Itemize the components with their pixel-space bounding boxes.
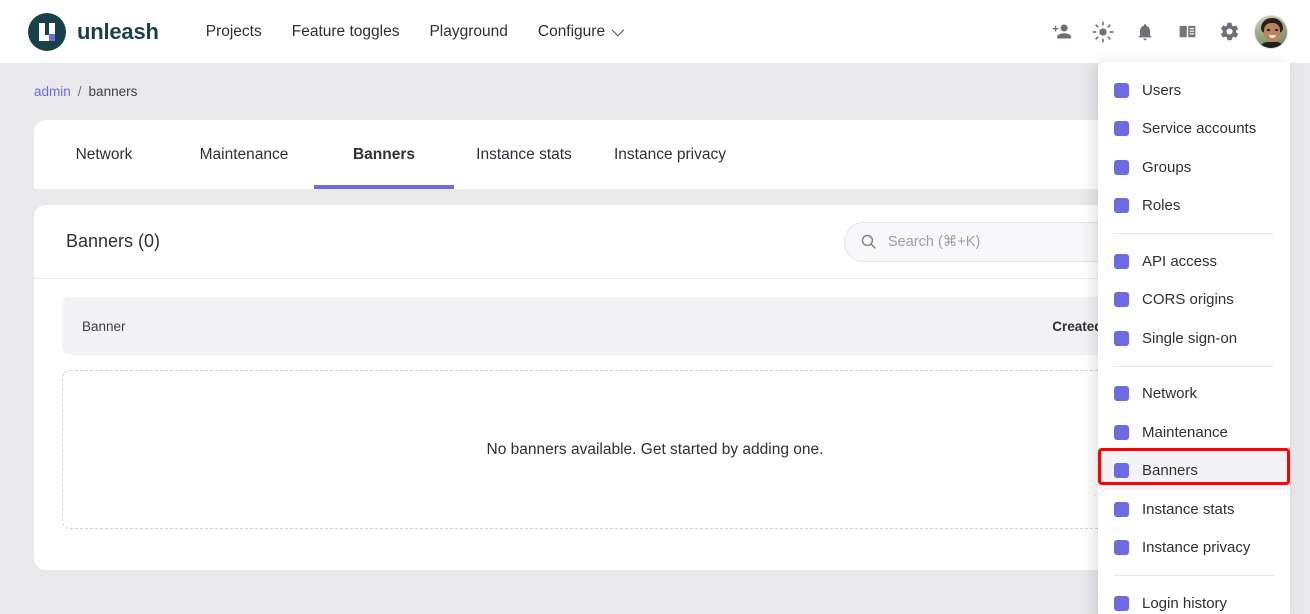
menu-item-maintenance[interactable]: Maintenance [1098, 413, 1290, 452]
menu-item-service-accounts[interactable]: Service accounts [1098, 110, 1290, 149]
topbar-action-icons [1044, 15, 1288, 49]
tab-maintenance[interactable]: Maintenance [174, 120, 314, 189]
menu-item-label: Network [1142, 385, 1197, 402]
menu-divider [1114, 366, 1274, 367]
page-title: Banners (0) [66, 231, 160, 252]
menu-item-login-history[interactable]: Login history [1098, 584, 1290, 614]
nav-link-label: Feature toggles [292, 23, 400, 41]
search-icon [860, 233, 877, 250]
square-icon [1114, 160, 1129, 175]
square-icon [1114, 254, 1129, 269]
nav-link-feature-toggles[interactable]: Feature toggles [277, 15, 415, 49]
menu-divider [1114, 575, 1274, 576]
tab-instance-privacy[interactable]: Instance privacy [594, 120, 746, 189]
breadcrumb-separator: / [78, 84, 82, 99]
square-icon [1114, 386, 1129, 401]
square-icon [1114, 540, 1129, 555]
nav-link-label: Projects [206, 23, 262, 41]
breadcrumb-link-admin[interactable]: admin [34, 84, 71, 99]
top-navigation-bar: unleash Projects Feature toggles Playgro… [0, 0, 1310, 63]
menu-item-label: Maintenance [1142, 424, 1228, 441]
menu-item-groups[interactable]: Groups [1098, 148, 1290, 187]
empty-state-message: No banners available. Get started by add… [487, 441, 824, 459]
menu-item-label: CORS origins [1142, 291, 1234, 308]
tab-banners[interactable]: Banners [314, 120, 454, 189]
banners-panel: Banners (0) Banner Created Enabled No ba… [34, 205, 1276, 570]
brand-home-link[interactable]: unleash [28, 13, 159, 51]
menu-item-label: Instance stats [1142, 501, 1235, 518]
square-icon [1114, 198, 1129, 213]
column-label: Banner [82, 319, 126, 334]
tab-label: Maintenance [200, 146, 289, 164]
menu-item-users[interactable]: Users [1098, 71, 1290, 110]
menu-item-instance-privacy[interactable]: Instance privacy [1098, 529, 1290, 568]
square-icon [1114, 331, 1129, 346]
column-label: Created [1052, 319, 1102, 334]
table-header-row: Banner Created Enabled [62, 297, 1248, 355]
primary-nav: Projects Feature toggles Playground Conf… [191, 15, 636, 49]
menu-item-roles[interactable]: Roles [1098, 187, 1290, 226]
square-icon [1114, 463, 1129, 478]
menu-item-network[interactable]: Network [1098, 375, 1290, 414]
menu-item-instance-stats[interactable]: Instance stats [1098, 490, 1290, 529]
nav-link-label: Playground [429, 23, 507, 41]
menu-item-label: Users [1142, 82, 1181, 99]
menu-item-single-sign-on[interactable]: Single sign-on [1098, 319, 1290, 358]
menu-item-label: Groups [1142, 159, 1191, 176]
menu-item-api-access[interactable]: API access [1098, 242, 1290, 281]
menu-item-label: Login history [1142, 595, 1227, 612]
tab-label: Network [76, 146, 133, 164]
breadcrumb-current-banners: banners [89, 84, 138, 99]
person-add-icon[interactable] [1044, 15, 1078, 49]
square-icon [1114, 425, 1129, 440]
settings-tab-bar: Network Maintenance Banners Instance sta… [34, 120, 1276, 189]
banners-table: Banner Created Enabled [34, 279, 1276, 355]
square-icon [1114, 596, 1129, 611]
configure-dropdown-menu: Users Service accounts Groups Roles API … [1098, 62, 1290, 614]
menu-item-banners[interactable]: Banners [1098, 452, 1290, 491]
book-icon[interactable] [1170, 15, 1204, 49]
nav-link-configure[interactable]: Configure [523, 15, 636, 49]
tab-label: Instance privacy [614, 146, 726, 164]
column-header-banner: Banner [82, 319, 1052, 334]
nav-link-playground[interactable]: Playground [414, 15, 522, 49]
bell-icon[interactable] [1128, 15, 1162, 49]
menu-item-label: Roles [1142, 197, 1180, 214]
tab-label: Banners [353, 146, 415, 164]
tab-instance-stats[interactable]: Instance stats [454, 120, 594, 189]
panel-header: Banners (0) [34, 205, 1276, 279]
square-icon [1114, 83, 1129, 98]
breadcrumb: admin / banners [34, 84, 137, 99]
square-icon [1114, 292, 1129, 307]
nav-link-label: Configure [538, 23, 605, 41]
square-icon [1114, 121, 1129, 136]
unleash-logo-icon [28, 13, 66, 51]
avatar[interactable] [1254, 15, 1288, 49]
menu-divider [1114, 233, 1274, 234]
empty-state: No banners available. Get started by add… [62, 370, 1248, 529]
tab-label: Instance stats [476, 146, 572, 164]
sun-icon[interactable] [1086, 15, 1120, 49]
menu-item-cors-origins[interactable]: CORS origins [1098, 281, 1290, 320]
tab-network[interactable]: Network [34, 120, 174, 189]
menu-item-label: API access [1142, 253, 1217, 270]
menu-item-label: Banners [1142, 462, 1198, 479]
square-icon [1114, 502, 1129, 517]
gear-icon[interactable] [1212, 15, 1246, 49]
menu-item-label: Instance privacy [1142, 539, 1250, 556]
menu-item-label: Single sign-on [1142, 330, 1237, 347]
chevron-down-icon [612, 24, 625, 37]
brand-name: unleash [77, 19, 159, 45]
menu-item-label: Service accounts [1142, 120, 1256, 137]
nav-link-projects[interactable]: Projects [191, 15, 277, 49]
